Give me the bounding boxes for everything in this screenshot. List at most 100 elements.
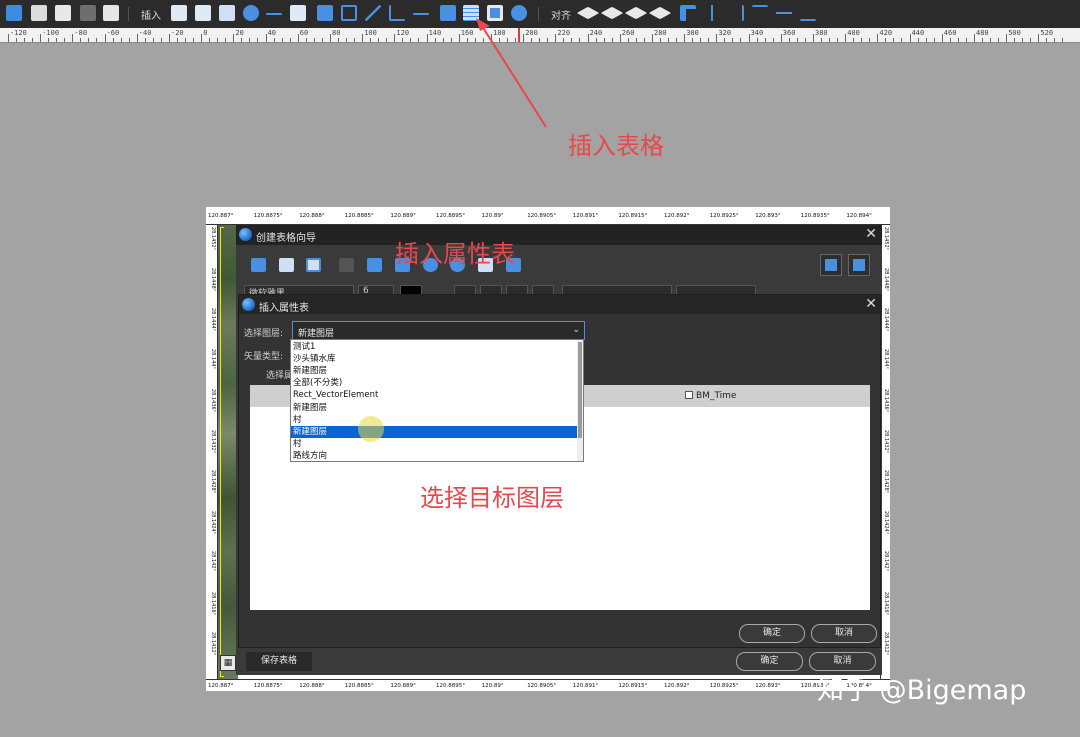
dropdown-option[interactable]: Rect_VectorElement [291, 389, 579, 401]
row-layout-button[interactable] [820, 254, 842, 276]
latitude-label: 28.1436° [210, 389, 216, 413]
ruler-tick [80, 38, 82, 42]
properties-icon[interactable] [31, 5, 47, 21]
layer-icon[interactable] [195, 5, 211, 21]
arrow-icon[interactable] [413, 13, 429, 15]
dropdown-option[interactable]: 村 [291, 414, 579, 426]
ruler-tick [547, 38, 549, 42]
text-frame-icon[interactable] [290, 5, 306, 21]
cut-icon[interactable] [55, 5, 71, 21]
align-bottom-icon[interactable] [800, 5, 816, 21]
layer-select-value: 新建图层 [298, 329, 335, 339]
align-center-icon[interactable] [704, 5, 720, 21]
longitude-label: 120.887° [208, 213, 234, 219]
ruler-tick [346, 38, 347, 42]
dropdown-option[interactable]: 全部(不分类) [291, 377, 579, 389]
ruler-tick [780, 34, 782, 42]
ruler-tick [716, 34, 718, 42]
ruler-tick-label: -20 [171, 29, 184, 37]
dropdown-option[interactable]: 测试1 [291, 341, 579, 353]
wizard-titlebar: 创建表格向导 ✕ [236, 225, 882, 245]
longitude-label: 120.889° [390, 213, 416, 219]
send-backward-icon[interactable] [600, 6, 624, 20]
diagonal-line-icon[interactable] [365, 5, 381, 21]
dropdown-option[interactable]: 新建图层 [291, 425, 579, 438]
layer-select[interactable]: 新建图层 ⌄ [292, 321, 585, 340]
image-icon[interactable] [219, 5, 235, 21]
ruler-tick [96, 38, 98, 42]
ruler-tick [209, 38, 211, 42]
hand-pointer-icon[interactable] [279, 258, 294, 272]
ruler-tick [1054, 38, 1056, 42]
field-checkbox-bm-time[interactable]: BM_Time [685, 391, 736, 401]
polyline-icon[interactable] [389, 5, 405, 21]
layer-dropdown-list[interactable]: 路线方向村新建图层村新建图层 Rect_VectorElement 全部(不分类) 新… [290, 339, 584, 462]
map-icon[interactable] [171, 5, 187, 21]
ruler-tick [289, 38, 291, 42]
picture-frame-icon[interactable] [487, 5, 503, 21]
ruler-tick-label: -40 [138, 29, 152, 37]
rectangle-icon[interactable] [341, 5, 357, 21]
line-icon[interactable] [266, 13, 282, 15]
badge-icon[interactable] [511, 5, 527, 21]
align-menu-label: 对齐 [551, 11, 571, 22]
list-icon[interactable] [317, 5, 333, 21]
delete-icon[interactable] [103, 5, 119, 21]
latitude-label: 28.1432° [210, 429, 216, 453]
ruler-tick [370, 38, 372, 42]
align-middle-icon[interactable] [776, 5, 792, 21]
bring-to-front-icon[interactable] [624, 6, 648, 20]
horizontal-ruler[interactable]: -120 -100 -80 -60 -40 -20 0 20 40 60 80 100 120 140 16… [0, 28, 1080, 43]
copy-icon[interactable] [80, 5, 96, 21]
page-icon[interactable] [339, 258, 354, 272]
insert-attr-table-icon[interactable] [306, 258, 321, 272]
dropdown-option[interactable]: 新建图层 [291, 365, 579, 377]
ruler-tick [136, 34, 138, 42]
longitude-label: 120.892° [664, 213, 690, 219]
dropdown-option[interactable]: 新建图层 [291, 402, 579, 414]
ruler-tick [185, 38, 186, 42]
ruler-tick [378, 38, 380, 42]
ruler-tick [635, 38, 637, 42]
dropdown-option[interactable]: 村 [291, 438, 579, 450]
align-top-icon[interactable] [752, 5, 768, 21]
page-list-icon[interactable] [367, 258, 382, 272]
dropdown-option[interactable]: 沙头镇水库 [291, 353, 579, 365]
bring-forward-icon[interactable] [576, 6, 600, 20]
ruler-tick [1038, 34, 1040, 42]
insert-attr-ok-button[interactable]: 确定 [739, 624, 805, 643]
send-to-back-icon[interactable] [648, 6, 672, 20]
ruler-tick [893, 38, 895, 42]
checkbox-icon[interactable] [685, 391, 693, 399]
latitude-label: 28.1424° [210, 510, 216, 534]
ruler-tick [8, 34, 9, 42]
ruler-tick [949, 38, 951, 42]
ruler-tick [764, 38, 766, 42]
save-table-button[interactable]: 保存表格 [246, 652, 312, 671]
select-attr-label: 选择属 [266, 371, 294, 381]
wizard-close-icon[interactable]: ✕ [865, 227, 877, 241]
align-right-icon[interactable] [728, 5, 744, 21]
dropdown-option[interactable]: 路线方向 [291, 450, 579, 461]
insert-attr-close-icon[interactable]: ✕ [865, 297, 877, 311]
scrollbar-thumb[interactable] [578, 342, 582, 438]
circle-icon[interactable] [243, 5, 259, 21]
ruler-tick [466, 38, 468, 42]
ruler-tick [563, 38, 565, 42]
column-layout-button[interactable] [848, 254, 870, 276]
latitude-graticule-left: 28.1452° 28.1448° 28.1444° 28.144° 28.1436° 2… [206, 225, 218, 679]
ruler-tick [603, 38, 605, 42]
wizard-ok-button[interactable]: 确定 [736, 652, 803, 671]
dropdown-scrollbar[interactable] [577, 340, 583, 461]
redo-icon[interactable] [6, 5, 22, 21]
ruler-tick-label: 80 [332, 29, 341, 37]
table-icon[interactable] [463, 5, 479, 21]
insert-attr-cancel-button[interactable]: 取消 [811, 624, 877, 643]
ruler-tick [273, 38, 275, 42]
longitude-label: 120.8885° [344, 213, 374, 219]
comment-icon[interactable] [440, 5, 456, 21]
ruler-tick [861, 38, 863, 42]
open-folder-icon[interactable] [251, 258, 266, 272]
ruler-tick [925, 38, 927, 42]
align-left-icon[interactable] [680, 5, 696, 21]
